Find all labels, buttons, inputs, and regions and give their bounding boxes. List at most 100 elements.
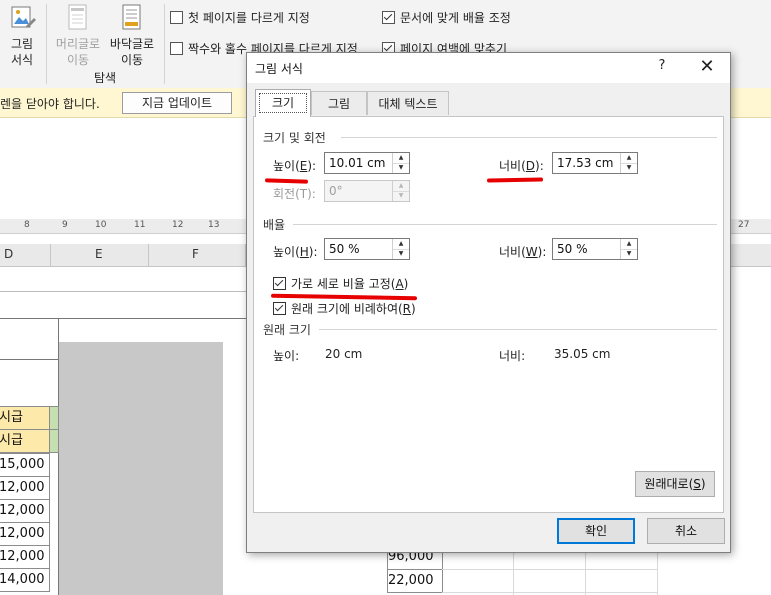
option-label: 첫 페이지를 다르게 지정	[188, 11, 310, 25]
header-cell[interactable]: 시급	[0, 429, 50, 453]
ruler-tick-label: 12	[172, 220, 184, 230]
spin-down-icon[interactable]: ▼	[621, 163, 637, 173]
lock-aspect-ratio-checkbox[interactable]: 가로 세로 비율 고정(A)	[273, 275, 408, 292]
reset-button[interactable]: 원래대로(S)	[635, 471, 715, 497]
relative-to-original-checkbox[interactable]: 원래 크기에 비례하여(R)	[273, 300, 416, 317]
height-value: 10.01 cm	[329, 156, 386, 170]
scale-with-document-option[interactable]: 문서에 맞게 배율 조정	[382, 9, 511, 26]
height-spinner[interactable]: 10.01 cm ▲ ▼	[324, 152, 410, 174]
update-now-button[interactable]: 지금 업데이트	[122, 92, 232, 114]
go-to-header-label-2: 이동	[66, 53, 90, 67]
rotation-value: 0°	[329, 184, 343, 198]
column-header[interactable]: D	[4, 247, 13, 261]
label-text: 너비(	[499, 159, 526, 173]
label-suffix: ):	[537, 245, 547, 259]
group-divider	[293, 224, 717, 225]
grid-line	[657, 553, 658, 595]
image-placeholder[interactable]	[59, 342, 223, 595]
spin-down-icon[interactable]: ▼	[393, 163, 409, 173]
value-cell[interactable]: 12,000	[0, 522, 50, 546]
header-cell-adjacent	[49, 406, 59, 430]
value-cell[interactable]: 12,000	[0, 476, 50, 500]
scale-width-label: 너비(W):	[499, 243, 546, 260]
access-key: A	[395, 277, 404, 291]
access-key: S	[693, 477, 701, 491]
tab-picture[interactable]: 그림	[311, 91, 367, 115]
width-spinner[interactable]: 17.53 cm ▲ ▼	[552, 152, 638, 174]
spin-down-icon[interactable]: ▼	[393, 191, 409, 201]
header-page-icon	[68, 4, 87, 30]
scale-height-spinner[interactable]: 50 % ▲ ▼	[324, 238, 410, 260]
ruler-tick-label: 11	[134, 220, 146, 230]
group-divider	[319, 329, 717, 330]
scale-width-value: 50 %	[557, 242, 588, 256]
spinner-buttons: ▲ ▼	[392, 181, 409, 201]
checkbox[interactable]	[382, 11, 395, 24]
column-header[interactable]: E	[95, 247, 103, 261]
dialog-title: 그림 서식	[255, 62, 303, 76]
tab-alt-text[interactable]: 대체 텍스트	[367, 91, 449, 115]
ribbon-separator	[46, 4, 47, 84]
label-text: 가로 세로 비율 고정(	[291, 277, 396, 291]
height-label: 높이(E):	[273, 157, 316, 174]
label-text: 원래대로(	[644, 477, 694, 491]
go-to-header-button[interactable]: 머리글로 이동	[52, 2, 104, 68]
size-rotate-group-title: 크기 및 회전	[263, 131, 326, 145]
value-cell[interactable]: 14,000	[0, 568, 50, 592]
ok-button[interactable]: 확인	[557, 518, 635, 544]
label-text: 너비(	[499, 245, 526, 259]
original-width-value: 35.05 cm	[554, 347, 611, 361]
value-cell[interactable]: 22,000	[387, 569, 443, 593]
column-header[interactable]: F	[192, 247, 199, 261]
navigation-group-label: 탐색	[93, 71, 117, 85]
group-divider	[341, 137, 717, 138]
rotation-spinner[interactable]: 0° ▲ ▼	[324, 180, 410, 202]
header-cell[interactable]: 시급	[0, 406, 50, 430]
width-value: 17.53 cm	[557, 156, 614, 170]
checkbox[interactable]	[170, 42, 183, 55]
ribbon-separator	[164, 4, 165, 84]
spinner-buttons: ▲ ▼	[620, 239, 637, 259]
original-size-group-title: 원래 크기	[263, 323, 311, 337]
ruler-tick-label: 27	[738, 220, 750, 230]
spin-down-icon[interactable]: ▼	[621, 249, 637, 259]
lock-aspect-ratio-label: 가로 세로 비율 고정(A)	[291, 275, 408, 292]
label-suffix: ):	[308, 245, 318, 259]
column-divider	[50, 244, 51, 266]
page-outline	[0, 318, 59, 360]
value-cell[interactable]: 12,000	[0, 545, 50, 569]
width-label: 너비(D):	[499, 157, 544, 174]
ruler-tick-label: 10	[95, 220, 107, 230]
go-to-footer-button[interactable]: 바닥글로 이동	[106, 2, 158, 68]
spin-down-icon[interactable]: ▼	[393, 249, 409, 259]
picture-format-dialog: 그림 서식 ? ✕ 크기 그림 대체 텍스트 크기 및 회전 높이(E): 10…	[246, 52, 731, 553]
access-key: H	[299, 245, 309, 259]
help-button[interactable]: ?	[655, 58, 669, 73]
grid-line	[442, 592, 658, 593]
checkbox[interactable]	[273, 277, 286, 290]
option-label: 문서에 맞게 배율 조정	[400, 11, 511, 25]
checkbox[interactable]	[170, 11, 183, 24]
ruler-tick-label: 13	[208, 220, 220, 230]
cancel-button[interactable]: 취소	[647, 518, 725, 544]
tab-size[interactable]: 크기	[255, 89, 311, 117]
original-width-label: 너비:	[499, 349, 526, 363]
spinner-buttons: ▲ ▼	[392, 153, 409, 173]
value-cell[interactable]: 12,000	[0, 499, 50, 523]
rotation-label: 회전(T):	[273, 187, 316, 201]
picture-format-label-1: 그림	[10, 37, 34, 51]
label-suffix: ):	[535, 159, 544, 173]
checkbox[interactable]	[273, 302, 286, 315]
scale-width-spinner[interactable]: 50 % ▲ ▼	[552, 238, 638, 260]
different-first-page-option[interactable]: 첫 페이지를 다르게 지정	[170, 9, 310, 26]
label-suffix: )	[403, 277, 409, 291]
access-key: D	[525, 159, 536, 173]
value-cell[interactable]: 15,000	[0, 453, 50, 477]
access-key: W	[525, 245, 538, 259]
relative-to-original-label: 원래 크기에 비례하여(R)	[291, 300, 416, 317]
close-icon[interactable]: ✕	[695, 54, 719, 80]
column-divider	[148, 244, 149, 266]
scale-group-title: 배율	[263, 218, 286, 232]
picture-format-button[interactable]: 그림 서식	[4, 2, 40, 68]
picture-format-icon	[11, 6, 36, 28]
